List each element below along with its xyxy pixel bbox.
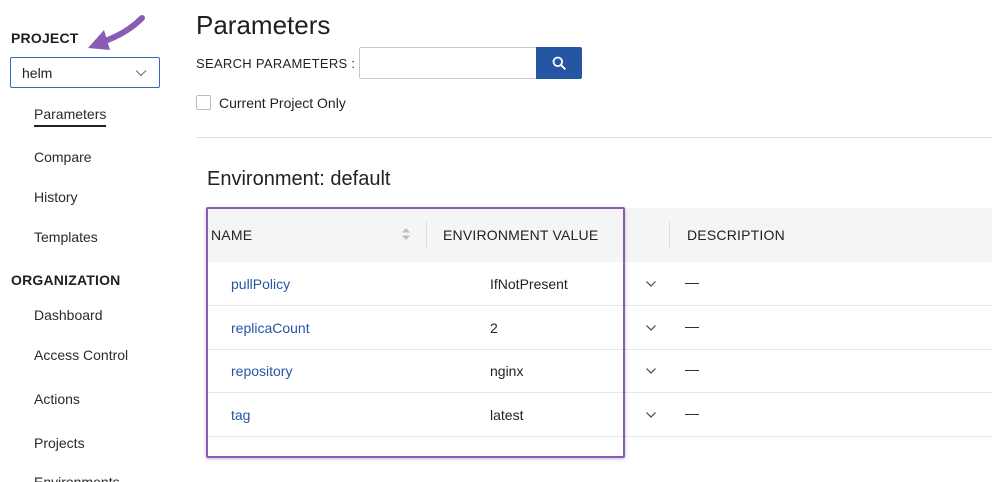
sidebar-item-dashboard[interactable]: Dashboard <box>34 307 103 323</box>
table-row: pullPolicy IfNotPresent — <box>207 262 992 306</box>
page-title: Parameters <box>196 10 331 40</box>
column-header-environment-value: ENVIRONMENT VALUE <box>443 227 599 243</box>
current-project-only-label: Current Project Only <box>219 95 346 111</box>
sidebar-item-projects[interactable]: Projects <box>34 435 85 451</box>
sidebar-item-templates[interactable]: Templates <box>34 229 98 245</box>
arrow-icon <box>88 15 145 50</box>
project-select-value: helm <box>22 65 53 81</box>
parameter-name-link[interactable]: pullPolicy <box>231 276 290 292</box>
sidebar-item-environments[interactable]: Environments <box>34 474 120 482</box>
parameter-description: — <box>685 274 699 290</box>
chevron-down-icon[interactable] <box>645 322 657 334</box>
chevron-down-icon[interactable] <box>645 365 657 377</box>
table-row: tag latest — <box>207 393 992 437</box>
project-section-title: PROJECT <box>11 30 79 46</box>
parameter-value: IfNotPresent <box>490 276 568 292</box>
column-separator <box>426 222 427 248</box>
sidebar-item-parameters[interactable]: Parameters <box>34 106 107 127</box>
parameter-name-link[interactable]: replicaCount <box>231 320 310 336</box>
parameter-description: — <box>685 361 699 377</box>
chevron-down-icon <box>135 70 147 77</box>
search-label: SEARCH PARAMETERS : <box>196 56 356 71</box>
column-separator <box>669 222 670 248</box>
sort-icon[interactable] <box>401 227 411 241</box>
divider <box>196 137 992 138</box>
current-project-only-checkbox[interactable] <box>196 95 211 110</box>
sidebar-item-actions[interactable]: Actions <box>34 391 80 407</box>
search-input[interactable] <box>359 47 537 79</box>
parameter-description: — <box>685 318 699 334</box>
chevron-down-icon[interactable] <box>645 278 657 290</box>
search-button[interactable] <box>536 47 582 79</box>
project-select[interactable]: helm <box>10 57 160 88</box>
table-header: NAME ENVIRONMENT VALUE DESCRIPTION <box>207 208 992 262</box>
parameter-description: — <box>685 405 699 421</box>
parameter-value: 2 <box>490 320 498 336</box>
environment-title: Environment: default <box>207 168 391 190</box>
parameter-value: latest <box>490 407 524 423</box>
sidebar-item-access-control[interactable]: Access Control <box>34 347 128 363</box>
chevron-down-icon[interactable] <box>645 409 657 421</box>
sidebar-item-history[interactable]: History <box>34 189 78 205</box>
parameter-value: nginx <box>490 363 524 379</box>
column-header-name[interactable]: NAME <box>211 227 252 243</box>
sidebar-item-compare[interactable]: Compare <box>34 149 92 165</box>
search-icon <box>552 56 566 70</box>
table-row: replicaCount 2 — <box>207 306 992 350</box>
parameter-name-link[interactable]: repository <box>231 363 292 379</box>
sidebar: PROJECT helm Parameters Compare History … <box>0 0 175 482</box>
table-row: repository nginx — <box>207 349 992 393</box>
parameter-name-link[interactable]: tag <box>231 407 250 423</box>
column-header-description: DESCRIPTION <box>687 227 785 243</box>
organization-section-title: ORGANIZATION <box>11 272 121 288</box>
